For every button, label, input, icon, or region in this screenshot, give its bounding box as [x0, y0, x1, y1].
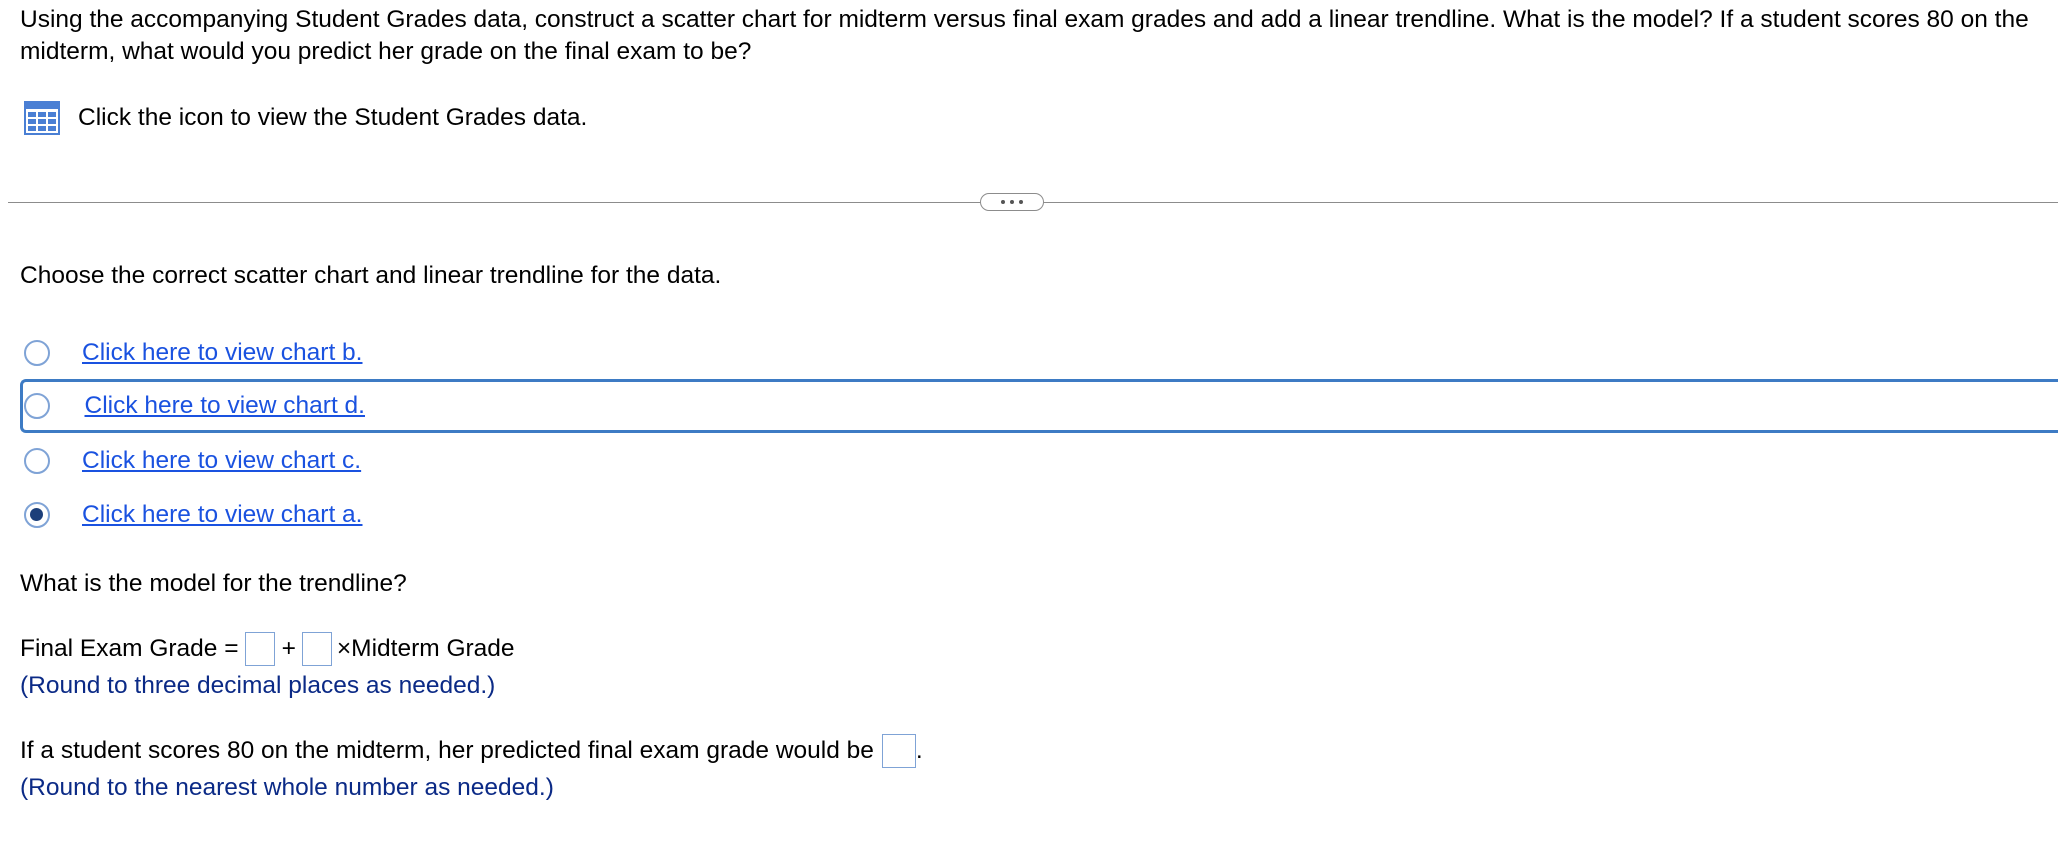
model-rounding-hint: (Round to three decimal places as needed…: [20, 672, 496, 699]
intercept-input[interactable]: [244, 632, 275, 666]
equation-lhs: Final Exam Grade =: [20, 635, 239, 662]
prediction-text: If a student scores 80 on the midterm, h…: [20, 737, 874, 764]
ellipsis-dot: [1001, 200, 1005, 204]
radio-button[interactable]: [24, 340, 50, 366]
chart-option-link[interactable]: Click here to view chart d.: [85, 392, 366, 420]
equation-plus: +: [281, 635, 296, 662]
chart-option-link[interactable]: Click here to view chart a.: [82, 501, 363, 529]
radio-button[interactable]: [24, 448, 50, 474]
prediction-input[interactable]: [881, 734, 916, 768]
chart-option-d[interactable]: Click here to view chart d.: [20, 379, 2058, 433]
prediction-period: .: [915, 737, 923, 764]
chart-option-a[interactable]: Click here to view chart a.: [20, 488, 2058, 542]
chart-choice-prompt: Choose the correct scatter chart and lin…: [20, 262, 722, 289]
expand-ellipsis-button[interactable]: [980, 193, 1044, 211]
chart-option-b[interactable]: Click here to view chart b.: [20, 326, 2058, 380]
chart-option-link[interactable]: Click here to view chart c.: [82, 447, 361, 475]
question-text: Using the accompanying Student Grades da…: [20, 6, 2029, 65]
prediction-rounding-hint: (Round to the nearest whole number as ne…: [20, 774, 554, 801]
trendline-equation: Final Exam Grade = + ×Midterm Grade: [20, 631, 515, 667]
radio-button-selected[interactable]: [24, 502, 50, 528]
slope-input[interactable]: [301, 632, 332, 666]
data-link-label: Click the icon to view the Student Grade…: [78, 104, 588, 131]
ellipsis-dot: [1010, 200, 1014, 204]
prediction-sentence: If a student scores 80 on the midterm, h…: [20, 733, 923, 769]
ellipsis-dot: [1019, 200, 1023, 204]
radio-button[interactable]: [23, 393, 50, 419]
student-grades-data-link: Click the icon to view the Student Grade…: [24, 101, 587, 135]
chart-option-link[interactable]: Click here to view chart b.: [82, 339, 363, 367]
model-prompt: What is the model for the trendline?: [20, 570, 407, 597]
equation-times-midterm: ×Midterm Grade: [336, 635, 515, 662]
table-grid-icon[interactable]: [24, 101, 60, 135]
chart-option-c[interactable]: Click here to view chart c.: [20, 434, 2058, 488]
